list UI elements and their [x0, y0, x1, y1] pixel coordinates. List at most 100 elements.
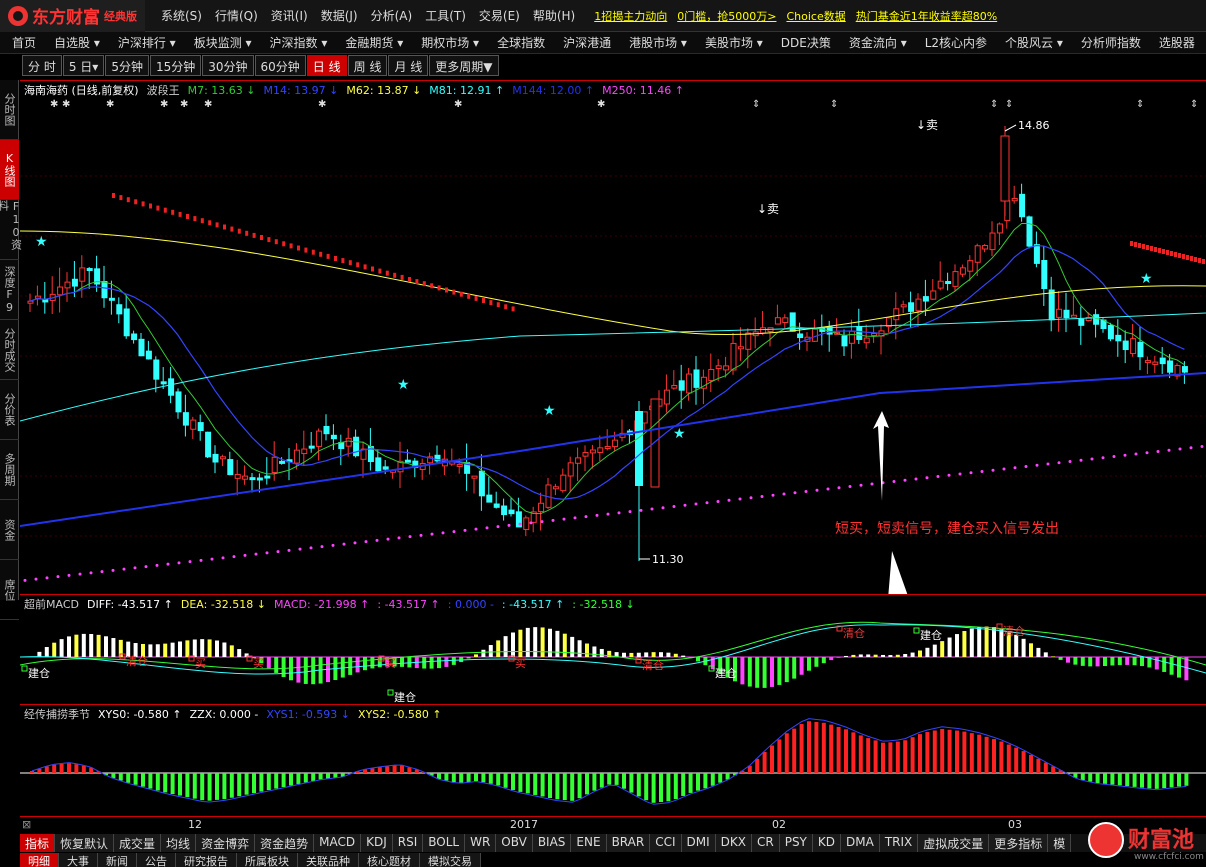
indicator-tab[interactable]: CR [751, 834, 780, 852]
side-tab[interactable]: 资金 [0, 500, 19, 560]
indicator-tab[interactable]: DKX [715, 834, 752, 852]
indicator-tab[interactable]: BRAR [606, 834, 651, 852]
nav-item[interactable]: 选股器 [1159, 34, 1195, 51]
side-tab[interactable]: 多周期 [0, 440, 19, 500]
indicator-tab[interactable]: BIAS [532, 834, 572, 852]
info-tab[interactable]: 大事 [59, 853, 98, 867]
news-link[interactable]: 热门基金近1年收益率超80% [856, 8, 997, 24]
nav-item[interactable]: 沪深指数 ▾ [270, 34, 328, 51]
nav-item[interactable]: 资金流向 ▾ [849, 34, 907, 51]
period-tab[interactable]: 60分钟 [254, 55, 306, 76]
info-tab[interactable]: 新闻 [98, 853, 137, 867]
kline-chart[interactable]: ★ ★ ★ ★ ★ ✱ ✱ ✱ ✱ ✱ ✱ ✱ ✱ ✱ ⇕ ⇕ ⇕ ⇕ ⇕ ⇕ 14.86 11.30 ↓卖 ↓卖短买，短卖信… [20, 81, 1206, 595]
indicator-tab[interactable]: ENE [571, 834, 607, 852]
info-tab[interactable]: 研究报告 [176, 853, 237, 867]
macd-panel[interactable]: 建仓 清仓买买买建仓买清仓 建仓 清仓 建仓 清仓 超前MACD DIFF: -43.517… [20, 594, 1206, 704]
period-tab[interactable]: 分 时 [22, 55, 62, 76]
indicator-tab[interactable]: 均线 [161, 834, 197, 852]
nav-item[interactable]: 美股市场 ▾ [705, 34, 763, 51]
nav-item[interactable]: 自选股 ▾ [54, 34, 100, 51]
side-tab[interactable]: K线图 [0, 140, 19, 200]
candle-body [190, 419, 197, 430]
news-link[interactable]: Choice数据 [786, 8, 845, 24]
side-tab[interactable]: 分时图 [0, 80, 19, 140]
indicator-tab[interactable]: CCI [650, 834, 682, 852]
xys-bar [777, 739, 782, 773]
period-tab[interactable]: 30分钟 [202, 55, 254, 76]
nav-item[interactable]: 金融期货 ▾ [345, 34, 403, 51]
period-tab[interactable]: 5 日▾ [62, 55, 105, 76]
side-tab[interactable]: F10资料 [0, 200, 23, 260]
menu-item[interactable]: 工具(T) [425, 7, 466, 24]
indicator-tab[interactable]: RSI [392, 834, 424, 852]
info-tab[interactable]: 公告 [137, 853, 176, 867]
side-tab[interactable]: 分时成交 [0, 320, 19, 380]
indicator-tab[interactable]: 成交量 [114, 834, 162, 852]
side-tab[interactable]: 席位 [0, 560, 19, 620]
nav-item[interactable]: 板块监测 ▾ [194, 34, 252, 51]
nav-item[interactable]: L2核心内参 [925, 34, 987, 51]
info-tab[interactable]: 核心题材 [359, 853, 420, 867]
info-tab[interactable]: 明细 [20, 853, 59, 867]
scroll-left-icon[interactable]: ⊠ [22, 818, 31, 831]
indicator-tab[interactable]: BOLL [423, 834, 466, 852]
side-tab[interactable]: 分价表 [0, 380, 19, 440]
period-tab[interactable]: 日 线 [306, 55, 347, 76]
nav-item[interactable]: 沪深港通 [563, 34, 611, 51]
indicator-tab[interactable]: 恢复默认 [55, 834, 115, 852]
indicator-tab[interactable]: 指标 [20, 834, 56, 852]
period-tab[interactable]: 15分钟 [149, 55, 202, 76]
indicator-tab[interactable]: TRIX [879, 834, 919, 852]
indicator-tab[interactable]: 模 [1048, 834, 1072, 852]
macd-bar [533, 627, 538, 657]
indicator-tab[interactable]: DMI [681, 834, 716, 852]
nav-item[interactable]: 个股风云 ▾ [1005, 34, 1063, 51]
xys-bar [1043, 762, 1048, 773]
news-link[interactable]: 0门槛，抢5000万> [677, 8, 776, 24]
indicator-tab[interactable]: 资金趋势 [255, 834, 315, 852]
news-link[interactable]: 1招揭主力动向 [594, 8, 667, 24]
signal-marker [252, 232, 256, 238]
indicator-tab[interactable]: MACD [314, 834, 362, 852]
macd-bar [525, 627, 530, 657]
menu-item[interactable]: 资讯(I) [271, 7, 308, 24]
menu-item[interactable]: 帮助(H) [533, 7, 575, 24]
nav-item[interactable]: 分析师指数 [1081, 34, 1141, 51]
menu-item[interactable]: 交易(E) [479, 7, 520, 24]
menu-item[interactable]: 数据(J) [321, 7, 358, 24]
menu-item[interactable]: 系统(S) [161, 7, 202, 24]
nav-item[interactable]: 全球指数 [497, 34, 545, 51]
period-tab[interactable]: 更多周期▼ [429, 55, 499, 76]
period-tab[interactable]: 月 线 [388, 55, 429, 76]
indicator-tab[interactable]: PSY [779, 834, 813, 852]
signal-marker [504, 304, 508, 310]
signal-asterisk-icon: ✱ [454, 99, 462, 110]
menu-item[interactable]: 分析(A) [371, 7, 413, 24]
indicator-tab[interactable]: KDJ [361, 834, 393, 852]
nav-item[interactable]: DDE决策 [781, 34, 831, 51]
period-tab[interactable]: 5分钟 [105, 55, 149, 76]
nav-item[interactable]: 首页 [12, 34, 36, 51]
indicator-tab[interactable]: DMA [841, 834, 880, 852]
indicator-tab[interactable]: 资金博弈 [196, 834, 256, 852]
signal-asterisk-icon: ✱ [180, 99, 188, 110]
indicator-tab[interactable]: OBV [496, 834, 533, 852]
xys-panel[interactable]: 经传捕捞季节 XYS0: -0.580 ↑ ZZX: 0.000 - XYS1: -0… [20, 704, 1206, 816]
indicator-tab[interactable]: 更多指标 [989, 834, 1049, 852]
info-tab[interactable]: 关联品种 [298, 853, 359, 867]
menu-item[interactable]: 行情(Q) [215, 7, 258, 24]
period-tab[interactable]: 周 线 [347, 55, 388, 76]
indicator-tab[interactable]: KD [812, 834, 841, 852]
nav-item[interactable]: 期权市场 ▾ [421, 34, 479, 51]
indicator-tab[interactable]: WR [465, 834, 497, 852]
info-tab[interactable]: 模拟交易 [420, 853, 481, 867]
xys-bar [540, 773, 545, 797]
ma250-dot [606, 512, 610, 516]
signal-marker [156, 205, 160, 211]
side-tab[interactable]: 深度F9 [0, 260, 19, 320]
kline-panel[interactable]: ★ ★ ★ ★ ★ ✱ ✱ ✱ ✱ ✱ ✱ ✱ ✱ ✱ ⇕ ⇕ ⇕ ⇕ ⇕ ⇕ 14.86 11.30 ↓卖 ↓卖 短买，短卖信… [20, 80, 1206, 595]
nav-item[interactable]: 沪深排行 ▾ [118, 34, 176, 51]
nav-item[interactable]: 港股市场 ▾ [629, 34, 687, 51]
info-tab[interactable]: 所属板块 [237, 853, 298, 867]
indicator-tab[interactable]: 虚拟成交量 [918, 834, 990, 852]
